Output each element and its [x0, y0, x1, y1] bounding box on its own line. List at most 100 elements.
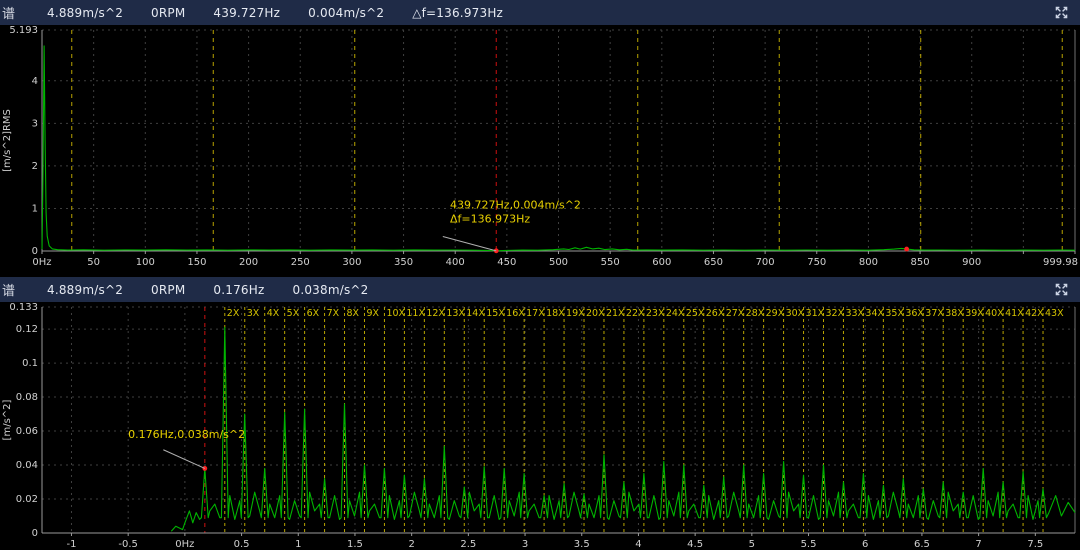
svg-text:5.193: 5.193 [9, 25, 38, 36]
expand-button[interactable] [1052, 4, 1070, 22]
cursor-amplitude: 0.038m/s^2 [292, 283, 368, 297]
svg-text:40X: 40X [985, 308, 1004, 319]
svg-text:150: 150 [187, 257, 206, 268]
svg-text:700: 700 [756, 257, 775, 268]
svg-text:36X: 36X [905, 308, 924, 319]
svg-text:38X: 38X [945, 308, 964, 319]
svg-text:41X: 41X [1005, 308, 1024, 319]
svg-text:0.5: 0.5 [234, 539, 250, 550]
svg-text:33X: 33X [845, 308, 864, 319]
svg-text:9X: 9X [366, 308, 379, 319]
cursor-amplitude: 0.004m/s^2 [308, 6, 384, 20]
vibration-analysis-app: 谱 4.889m/s^2 0RPM 439.727Hz 0.004m/s^2 △… [0, 0, 1080, 550]
delta-f-value: △f=136.973Hz [412, 6, 503, 20]
svg-text:14X: 14X [466, 308, 485, 319]
svg-text:16X: 16X [506, 308, 525, 319]
svg-text:0.02: 0.02 [16, 494, 38, 505]
svg-text:25X: 25X [686, 308, 705, 319]
svg-text:1: 1 [32, 203, 38, 214]
svg-text:27X: 27X [726, 308, 745, 319]
expand-button[interactable] [1052, 281, 1070, 299]
svg-text:26X: 26X [706, 308, 725, 319]
svg-text:Δf=136.973Hz: Δf=136.973Hz [450, 212, 530, 225]
spectrum-chart-bottom[interactable]: 2X3X4X5X6X7X8X9X10X11X12X13X14X15X16X17X… [0, 302, 1080, 550]
svg-text:500: 500 [549, 257, 568, 268]
panel-header-top: 谱 4.889m/s^2 0RPM 439.727Hz 0.004m/s^2 △… [0, 0, 1080, 25]
svg-text:28X: 28X [746, 308, 765, 319]
svg-text:31X: 31X [806, 308, 825, 319]
svg-text:7: 7 [975, 539, 981, 550]
svg-text:400: 400 [446, 257, 465, 268]
svg-text:0: 0 [32, 528, 38, 539]
svg-text:19X: 19X [566, 308, 585, 319]
svg-text:250: 250 [291, 257, 310, 268]
expand-arrows-icon [1054, 282, 1069, 297]
svg-text:3: 3 [522, 539, 528, 550]
svg-text:-0.5: -0.5 [118, 539, 138, 550]
svg-text:439.727Hz,0.004m/s^2: 439.727Hz,0.004m/s^2 [450, 198, 581, 211]
svg-text:20X: 20X [586, 308, 605, 319]
svg-text:0.12: 0.12 [16, 324, 38, 335]
svg-text:50: 50 [87, 257, 100, 268]
svg-text:800: 800 [859, 257, 878, 268]
svg-text:10X: 10X [386, 308, 405, 319]
svg-text:[m/s^2]: [m/s^2] [2, 399, 13, 440]
svg-text:34X: 34X [865, 308, 884, 319]
svg-text:550: 550 [601, 257, 620, 268]
svg-text:30X: 30X [786, 308, 805, 319]
svg-text:7.5: 7.5 [1027, 539, 1043, 550]
svg-text:350: 350 [394, 257, 413, 268]
svg-text:15X: 15X [486, 308, 505, 319]
spectrum-panel-bottom: 谱 4.889m/s^2 0RPM 0.176Hz 0.038m/s^2 2X [0, 277, 1080, 550]
svg-text:43X: 43X [1045, 308, 1064, 319]
svg-text:750: 750 [807, 257, 826, 268]
svg-text:200: 200 [239, 257, 258, 268]
svg-text:0.08: 0.08 [16, 392, 38, 403]
svg-text:8X: 8X [347, 308, 360, 319]
svg-text:2.5: 2.5 [460, 539, 476, 550]
svg-text:3.5: 3.5 [574, 539, 590, 550]
svg-text:5: 5 [749, 539, 755, 550]
svg-text:[m/s^2]RMS: [m/s^2]RMS [2, 109, 13, 172]
svg-text:999.98: 999.98 [1043, 257, 1078, 268]
svg-text:0.133: 0.133 [9, 302, 38, 313]
svg-text:6X: 6X [307, 308, 320, 319]
svg-text:17X: 17X [526, 308, 545, 319]
panel-header-bottom: 谱 4.889m/s^2 0RPM 0.176Hz 0.038m/s^2 [0, 277, 1080, 302]
overall-value: 4.889m/s^2 [47, 6, 123, 20]
svg-text:22X: 22X [626, 308, 645, 319]
svg-text:450: 450 [497, 257, 516, 268]
rpm-value: 0RPM [151, 283, 185, 297]
svg-text:18X: 18X [546, 308, 565, 319]
svg-text:1.5: 1.5 [347, 539, 363, 550]
svg-text:2: 2 [408, 539, 414, 550]
svg-text:4.5: 4.5 [687, 539, 703, 550]
svg-text:23X: 23X [646, 308, 665, 319]
svg-text:29X: 29X [766, 308, 785, 319]
svg-text:7X: 7X [327, 308, 340, 319]
svg-text:-1: -1 [66, 539, 76, 550]
svg-text:650: 650 [704, 257, 723, 268]
svg-text:4: 4 [635, 539, 641, 550]
svg-text:2: 2 [32, 161, 38, 172]
cursor-frequency: 439.727Hz [213, 6, 280, 20]
svg-text:12X: 12X [426, 308, 445, 319]
svg-text:5X: 5X [287, 308, 300, 319]
svg-text:11X: 11X [406, 308, 425, 319]
svg-text:850: 850 [911, 257, 930, 268]
svg-text:39X: 39X [965, 308, 984, 319]
svg-text:300: 300 [342, 257, 361, 268]
svg-text:0.1: 0.1 [22, 358, 38, 369]
svg-text:4X: 4X [267, 308, 280, 319]
spectrum-glyph-icon: 谱 [2, 280, 15, 299]
svg-text:35X: 35X [885, 308, 904, 319]
svg-text:6.5: 6.5 [914, 539, 930, 550]
svg-text:13X: 13X [446, 308, 465, 319]
svg-text:0Hz: 0Hz [32, 257, 51, 268]
svg-text:5.5: 5.5 [801, 539, 817, 550]
svg-text:21X: 21X [606, 308, 625, 319]
svg-text:24X: 24X [666, 308, 685, 319]
svg-text:0.06: 0.06 [16, 426, 38, 437]
spectrum-panel-top: 谱 4.889m/s^2 0RPM 439.727Hz 0.004m/s^2 △… [0, 0, 1080, 277]
spectrum-chart-top[interactable]: 439.727Hz,0.004m/s^2Δf=136.973Hz0Hz50100… [0, 25, 1080, 277]
